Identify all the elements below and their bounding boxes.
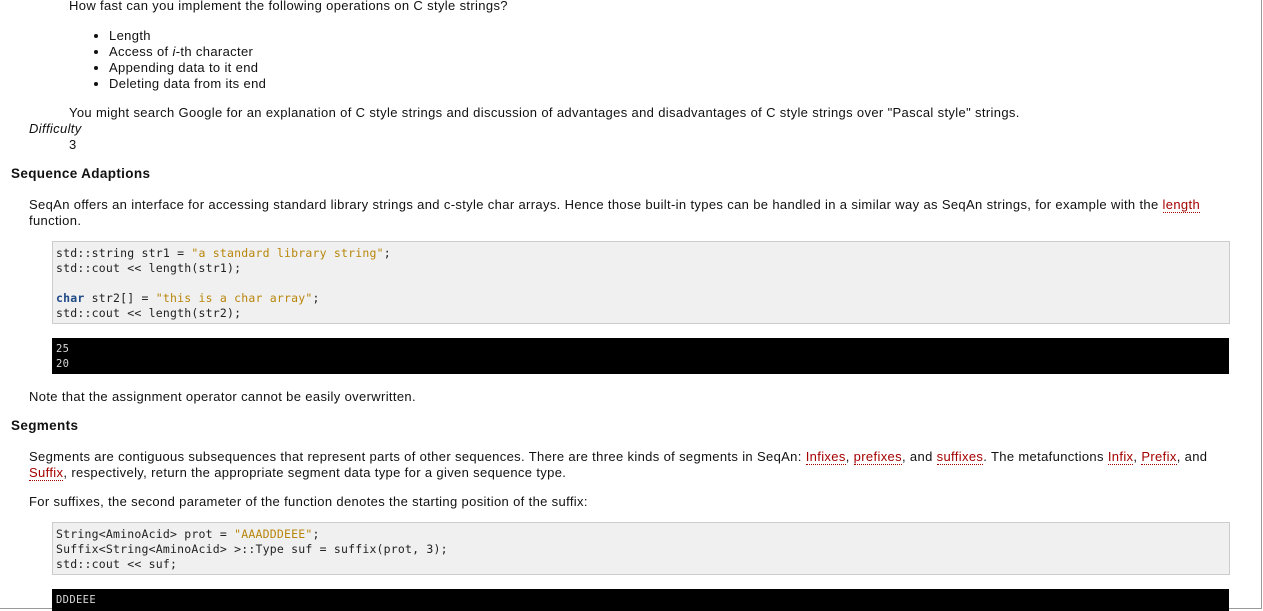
- code-block-suffix: String<AminoAcid> prot = "AAADDDEEE"; Su…: [52, 522, 1230, 575]
- assignment-note: Note that the assignment operator cannot…: [29, 389, 416, 404]
- list-item: Appending data to it end: [109, 60, 266, 76]
- list-item: Deleting data from its end: [109, 76, 266, 92]
- difficulty-label: Difficulty: [29, 121, 82, 136]
- infix-link[interactable]: Infix: [1107, 449, 1134, 465]
- suffix-link[interactable]: Suffix: [29, 465, 64, 481]
- search-note: You might search Google for an explanati…: [69, 105, 1020, 120]
- section-heading-segments: Segments: [11, 418, 79, 433]
- difficulty-value: 3: [69, 137, 77, 152]
- console-output-lengths: 25 20: [52, 338, 1229, 374]
- operations-list: Length Access of i-th character Appendin…: [89, 28, 266, 92]
- suffixes-link[interactable]: suffixes: [936, 449, 984, 465]
- infixes-link[interactable]: Infixes: [805, 449, 846, 465]
- prefixes-link[interactable]: prefixes: [853, 449, 902, 465]
- prefix-link[interactable]: Prefix: [1141, 449, 1177, 465]
- suffix-parameter-paragraph: For suffixes, the second parameter of th…: [29, 494, 588, 509]
- section-heading-sequence-adaptions: Sequence Adaptions: [11, 166, 151, 181]
- intro-question: How fast can you implement the following…: [69, 0, 508, 13]
- sequence-adaptions-paragraph: SeqAn offers an interface for accessing …: [29, 197, 1201, 228]
- console-output-suffix: DDDEEE: [52, 589, 1229, 611]
- list-item: Access of i-th character: [109, 44, 266, 60]
- list-item: Length: [109, 28, 266, 44]
- segments-paragraph: Segments are contiguous subsequences tha…: [29, 449, 1208, 481]
- code-block-string-length: std::string str1 = "a standard library s…: [52, 241, 1230, 324]
- length-link[interactable]: length: [1162, 197, 1201, 213]
